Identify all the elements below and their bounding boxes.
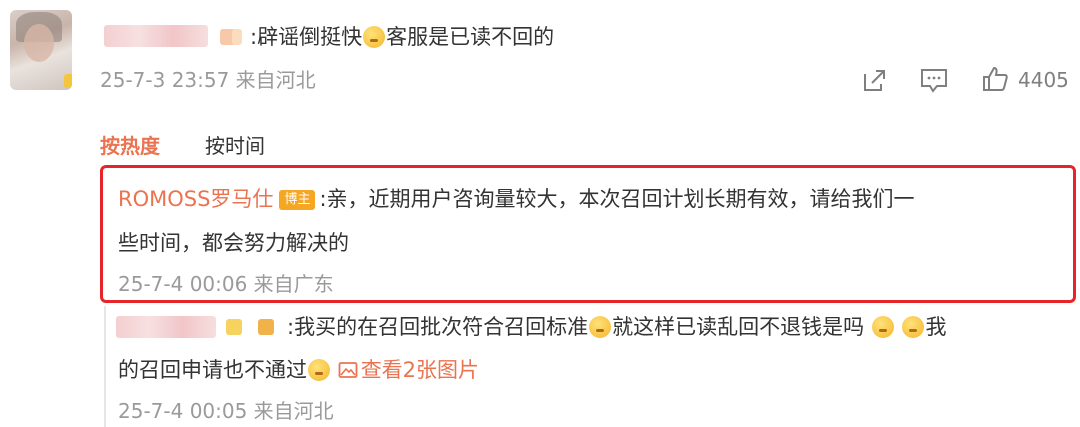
- user-badge-icon-3: [226, 319, 242, 335]
- avatar-face: [24, 24, 54, 62]
- thinking-emoji-icon-4: [902, 316, 925, 338]
- comment-text: :辟谣倒挺快 客服是已读不回的: [250, 22, 554, 52]
- blurred-username[interactable]: [104, 25, 208, 47]
- thinking-emoji-icon: [363, 26, 386, 48]
- image-icon: [338, 362, 358, 378]
- reply2-text-part3: 我: [925, 315, 947, 339]
- thinking-emoji-icon-2: [589, 316, 612, 338]
- comment-text-part1: :辟谣倒挺快: [250, 25, 363, 49]
- thread-line: [104, 306, 106, 427]
- thinking-emoji-icon-3: [871, 316, 894, 338]
- reply-line1: ROMOSS罗马仕 博主:亲，近期用户咨询量较大，本次召回计划长期有效，请给我们一: [118, 184, 915, 214]
- comment-icon[interactable]: [918, 65, 950, 95]
- reply2-line1: :我买的在召回批次符合召回标准 就这样已读乱回不退钱是吗 我: [287, 312, 946, 342]
- tab-sort-by-hot[interactable]: 按热度: [100, 130, 160, 159]
- avatar[interactable]: [10, 10, 72, 90]
- reply2-text-line2: 的召回申请也不通过: [118, 358, 307, 382]
- like-count: 4405: [1018, 68, 1069, 92]
- reply2-text-part1: :我买的在召回批次符合召回标准: [287, 315, 589, 339]
- reply-author-link[interactable]: ROMOSS罗马仕: [118, 187, 273, 211]
- thinking-emoji-icon-5: [308, 359, 330, 381]
- tab-sort-by-time[interactable]: 按时间: [205, 130, 265, 159]
- view-images-link[interactable]: 查看2张图片: [338, 358, 479, 382]
- reply2-meta: 25-7-4 00:05 来自河北: [118, 399, 334, 423]
- comment-meta: 25-7-3 23:57 来自河北: [100, 68, 316, 92]
- share-icon[interactable]: [860, 65, 890, 95]
- reply2-text-part2: 就这样已读乱回不退钱是吗: [612, 315, 865, 339]
- like-icon[interactable]: [980, 64, 1010, 94]
- user-badge-icon-4: [258, 319, 274, 335]
- user-badge-icon-2: [232, 29, 242, 45]
- reply2-line2: 的召回申请也不通过 查看2张图片: [118, 355, 479, 385]
- blurred-username-2[interactable]: [116, 316, 216, 338]
- blogger-badge: 博主: [279, 190, 316, 210]
- reply-text-line2: 些时间，都会努力解决的: [118, 231, 349, 255]
- reply-meta: 25-7-4 00:06 来自广东: [118, 272, 334, 296]
- comment-text-part2: 客服是已读不回的: [386, 25, 555, 49]
- view-images-label: 查看2张图片: [360, 358, 480, 382]
- reply-text-line1: :亲，近期用户咨询量较大，本次召回计划长期有效，请给我们一: [319, 187, 915, 211]
- verified-badge-icon: [64, 74, 72, 88]
